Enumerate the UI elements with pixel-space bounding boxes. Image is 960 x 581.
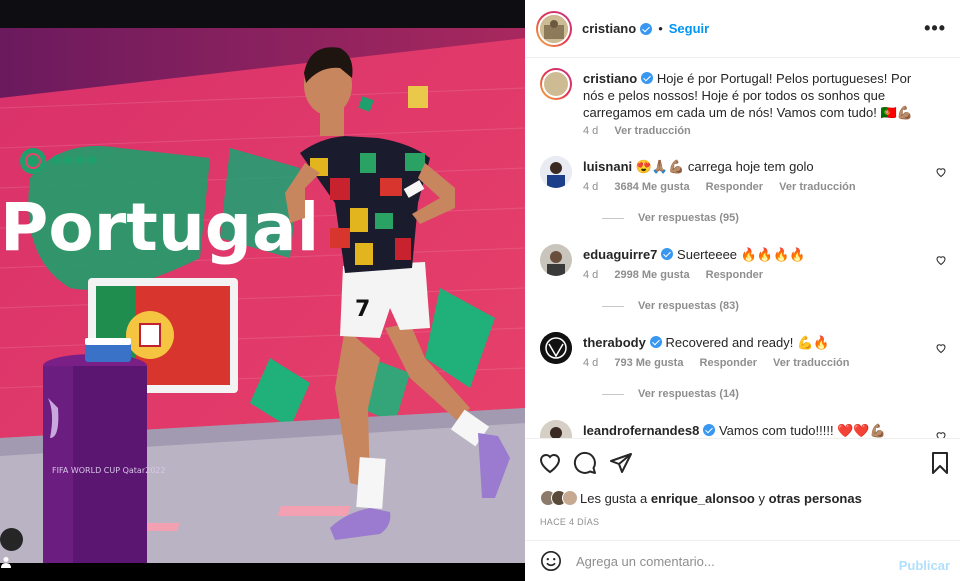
comment-avatar[interactable] — [540, 244, 572, 276]
comment-reply[interactable]: Responder — [700, 357, 757, 369]
follow-button[interactable]: Seguir — [669, 21, 709, 36]
comment-meta: 4 d 2998 Me gusta Responder — [583, 269, 776, 281]
tag-user-icon — [1, 557, 11, 568]
caption-time[interactable]: 4 d — [583, 125, 598, 137]
comment-meta: 4 d 793 Me gusta Responder Ver traducció… — [583, 357, 862, 369]
tag-user-button[interactable] — [0, 528, 23, 568]
more-options-icon[interactable]: ••• — [924, 19, 946, 37]
cup-text: FIFA WORLD CUP Qatar2022 — [52, 466, 165, 475]
comment-likes[interactable]: 793 Me gusta — [614, 357, 683, 369]
comment-username[interactable]: eduaguirre7 — [583, 247, 657, 262]
add-comment-bar: Publicar — [525, 540, 960, 581]
comment-body: eduaguirre7 Suerteeee 🔥🔥🔥🔥 — [583, 246, 923, 263]
caption-body: cristiano Hoje é por Portugal! Pelos por… — [583, 70, 923, 121]
likes-summary[interactable]: Les gusta a enrique_alonsoo y otras pers… — [540, 490, 862, 506]
jersey-number: 7 — [355, 297, 370, 322]
view-replies[interactable]: Ver respuestas (95) — [602, 212, 739, 224]
post-image: Portugal FIFA WORLD CUP Qatar2022 7 — [0, 28, 525, 563]
comment-like-icon[interactable] — [935, 342, 947, 354]
comment-text: Suerteeee 🔥🔥🔥🔥 — [677, 247, 806, 262]
comment-icon[interactable] — [573, 451, 597, 475]
view-replies-label[interactable]: Ver respuestas (83) — [638, 300, 739, 312]
comments-list[interactable]: cristiano Hoje é por Portugal! Pelos por… — [525, 58, 960, 438]
comment-avatar[interactable] — [540, 332, 572, 364]
comment-body: leandrofernandes8 Vamos com tudo!!!!! ❤️… — [583, 422, 923, 438]
comment-username[interactable]: therabody — [583, 335, 646, 350]
replies-line — [602, 305, 624, 307]
author-username[interactable]: cristiano — [582, 21, 636, 36]
header-separator: • — [658, 21, 663, 36]
comment-time[interactable]: 4 d — [583, 181, 598, 193]
verified-icon — [641, 72, 654, 84]
verified-icon — [703, 424, 716, 436]
verified-icon — [661, 248, 674, 260]
comment-item: eduaguirre7 Suerteeee 🔥🔥🔥🔥 4 d 2998 Me g… — [540, 244, 950, 324]
comment-item: therabody Recovered and ready! 💪🔥 4 d 79… — [540, 332, 950, 412]
photo-bottom-strip — [0, 563, 525, 581]
photo-top-strip — [0, 0, 525, 28]
caption-username[interactable]: cristiano — [583, 71, 637, 86]
verified-icon — [649, 336, 662, 348]
comment-username[interactable]: leandrofernandes8 — [583, 423, 699, 438]
likes-user[interactable]: enrique_alonsoo — [651, 491, 755, 506]
verified-icon — [640, 22, 653, 35]
view-replies[interactable]: Ver respuestas (14) — [602, 388, 739, 400]
comment-likes[interactable]: 2998 Me gusta — [614, 269, 689, 281]
comment-text: 😍🙏🏽💪🏽 carrega hoje tem golo — [635, 159, 814, 174]
post-timestamp[interactable]: HACE 4 DÍAS — [540, 517, 599, 527]
comment-body: therabody Recovered and ready! 💪🔥 — [583, 334, 923, 351]
comment-translate[interactable]: Ver traducción — [779, 181, 855, 193]
publish-button[interactable]: Publicar — [899, 558, 950, 573]
comment-time[interactable]: 4 d — [583, 269, 598, 281]
caption-avatar[interactable] — [540, 68, 572, 100]
comment-input[interactable] — [576, 553, 876, 569]
banner-text: Portugal — [0, 189, 319, 266]
emoji-icon[interactable] — [540, 550, 562, 572]
view-replies[interactable]: Ver respuestas (83) — [602, 300, 739, 312]
replies-line — [602, 393, 624, 395]
caption-meta: 4 d Ver traducción — [583, 125, 704, 137]
caption-translate[interactable]: Ver traducción — [614, 125, 690, 137]
heart-icon[interactable] — [538, 451, 562, 475]
comment-meta: 4 d 3684 Me gusta Responder Ver traducci… — [583, 181, 869, 193]
share-icon[interactable] — [609, 451, 633, 475]
comment-text: Vamos com tudo!!!!! ❤️❤️💪🏽 — [718, 423, 886, 438]
comment-reply[interactable]: Responder — [706, 181, 763, 193]
liker-avatars — [540, 490, 578, 506]
comment-item: luisnani 😍🙏🏽💪🏽 carrega hoje tem golo 4 d… — [540, 156, 950, 236]
comment-likes[interactable]: 3684 Me gusta — [614, 181, 689, 193]
post-side-panel: cristiano • Seguir ••• cristiano Hoje é … — [525, 0, 960, 581]
bookmark-icon[interactable] — [928, 451, 952, 475]
likes-joiner: y — [758, 490, 766, 506]
replies-line — [602, 217, 624, 219]
comment-text: Recovered and ready! 💪🔥 — [665, 335, 830, 350]
likes-others[interactable]: otras personas — [769, 491, 862, 506]
comment-item: leandrofernandes8 Vamos com tudo!!!!! ❤️… — [540, 420, 950, 438]
comment-avatar[interactable] — [540, 156, 572, 188]
comment-like-icon[interactable] — [935, 430, 947, 438]
post-photo[interactable]: Portugal FIFA WORLD CUP Qatar2022 7 — [0, 0, 525, 581]
comment-translate[interactable]: Ver traducción — [773, 357, 849, 369]
comment-username[interactable]: luisnani — [583, 159, 632, 174]
author-avatar[interactable] — [536, 10, 572, 47]
post-header: cristiano • Seguir ••• — [525, 0, 960, 58]
comment-reply[interactable]: Responder — [706, 269, 763, 281]
view-replies-label[interactable]: Ver respuestas (95) — [638, 212, 739, 224]
comment-like-icon[interactable] — [935, 254, 947, 266]
caption: cristiano Hoje é por Portugal! Pelos por… — [540, 68, 950, 138]
comment-time[interactable]: 4 d — [583, 357, 598, 369]
comment-like-icon[interactable] — [935, 166, 947, 178]
likes-prefix: Les gusta a — [580, 490, 648, 506]
comment-body: luisnani 😍🙏🏽💪🏽 carrega hoje tem golo — [583, 158, 923, 175]
view-replies-label[interactable]: Ver respuestas (14) — [638, 388, 739, 400]
post-actions: Les gusta a enrique_alonsoo y otras pers… — [525, 438, 960, 538]
comment-avatar[interactable] — [540, 420, 572, 438]
